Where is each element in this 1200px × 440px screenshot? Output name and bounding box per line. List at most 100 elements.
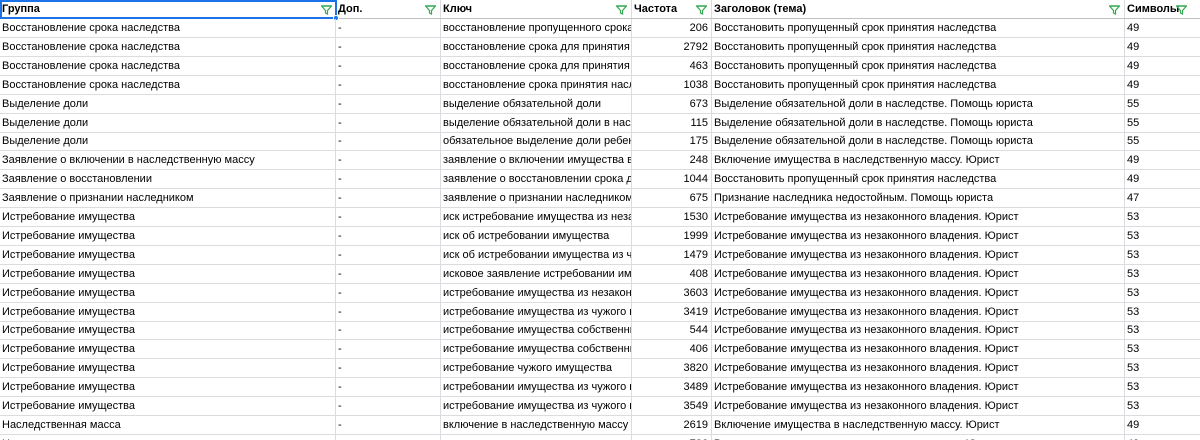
cell-group[interactable]: Истребование имущества <box>0 321 336 340</box>
cell-group[interactable]: Наследственная масса <box>0 415 336 434</box>
cell-group[interactable]: Истребование имущества <box>0 245 336 264</box>
cell-key[interactable]: истребование имущества собственник <box>441 340 632 359</box>
cell-symbols[interactable]: 53 <box>1125 284 1200 302</box>
cell-symbols[interactable]: 55 <box>1125 95 1200 113</box>
cell-group[interactable]: Восстановление срока наследства <box>0 75 336 94</box>
cell-freq[interactable]: 544 <box>632 321 712 340</box>
cell-title[interactable]: Выделение обязательной доли в наследстве… <box>712 132 1125 151</box>
cell-freq[interactable]: 673 <box>632 94 712 113</box>
cell-dop[interactable]: - <box>336 170 441 189</box>
cell-symbols[interactable]: 53 <box>1125 321 1200 339</box>
cell-freq[interactable]: 675 <box>632 189 712 208</box>
cell-title[interactable]: Включение имущества в наследственную мас… <box>712 434 1125 440</box>
cell-freq[interactable]: 1038 <box>632 75 712 94</box>
cell-key[interactable]: включение в наследственную массу <box>441 415 632 434</box>
cell-group[interactable]: Выделение доли <box>0 113 336 132</box>
cell-symbols[interactable]: 49 <box>1125 38 1200 56</box>
cell-group[interactable]: Истребование имущества <box>0 226 336 245</box>
filter-icon[interactable] <box>615 3 628 16</box>
cell-freq[interactable]: 206 <box>632 19 712 37</box>
cell-title[interactable]: Истребование имущества из незаконного вл… <box>712 378 1125 397</box>
cell-freq[interactable]: 3419 <box>632 302 712 321</box>
cell-symbols[interactable]: 53 <box>1125 359 1200 377</box>
cell-symbols[interactable]: 49 <box>1125 435 1200 440</box>
cell-dop[interactable]: - <box>336 189 441 208</box>
cell-symbols[interactable]: 49 <box>1125 57 1200 75</box>
cell-freq[interactable]: 3489 <box>632 378 712 397</box>
cell-title[interactable]: Восстановить пропущенный срок принятия н… <box>712 75 1125 94</box>
cell-key[interactable]: истребовании имущества из чужого не <box>441 378 632 397</box>
cell-group[interactable]: Истребование имущества <box>0 302 336 321</box>
cell-symbols[interactable]: 53 <box>1125 227 1200 245</box>
cell-title[interactable]: Истребование имущества из незаконного вл… <box>712 264 1125 283</box>
header-cell-group[interactable]: Группа <box>0 0 336 18</box>
cell-title[interactable]: Восстановить пропущенный срок принятия н… <box>712 19 1125 37</box>
cell-title[interactable]: Признание наследника недостойным. Помощь… <box>712 189 1125 208</box>
cell-key[interactable]: восстановление срока для принятия н <box>441 56 632 75</box>
cell-dop[interactable]: - <box>336 56 441 75</box>
header-cell-dop[interactable]: Доп. <box>336 0 441 18</box>
cell-freq[interactable]: 1999 <box>632 226 712 245</box>
cell-symbols[interactable]: 49 <box>1125 416 1200 434</box>
cell-group[interactable]: Восстановление срока наследства <box>0 56 336 75</box>
cell-symbols[interactable]: 49 <box>1125 76 1200 94</box>
cell-dop[interactable]: - <box>336 340 441 359</box>
cell-dop[interactable]: - <box>336 397 441 415</box>
cell-title[interactable]: Включение имущества в наследственную мас… <box>712 151 1125 170</box>
cell-dop[interactable]: - <box>336 19 441 37</box>
filter-icon[interactable] <box>1108 3 1121 16</box>
cell-title[interactable]: Восстановить пропущенный срок принятия н… <box>712 37 1125 56</box>
header-cell-freq[interactable]: Частота <box>632 0 712 18</box>
cell-dop[interactable]: - <box>336 434 441 440</box>
cell-freq[interactable]: 2619 <box>632 415 712 434</box>
cell-dop[interactable]: - <box>336 264 441 283</box>
header-cell-title[interactable]: Заголовок (тема) <box>712 0 1125 18</box>
cell-dop[interactable]: - <box>336 151 441 170</box>
cell-symbols[interactable]: 53 <box>1125 340 1200 358</box>
filter-icon[interactable] <box>1175 3 1188 16</box>
cell-key[interactable]: истребование чужого имущества <box>441 359 632 378</box>
cell-freq[interactable]: 408 <box>632 264 712 283</box>
cell-group[interactable]: Истребование имущества <box>0 359 336 378</box>
cell-dop[interactable]: - <box>336 75 441 94</box>
cell-symbols[interactable]: 49 <box>1125 170 1200 188</box>
cell-title[interactable]: Включение имущества в наследственную мас… <box>712 415 1125 434</box>
cell-group[interactable]: Восстановление срока наследства <box>0 19 336 37</box>
cell-dop[interactable]: - <box>336 283 441 302</box>
cell-symbols[interactable]: 53 <box>1125 303 1200 321</box>
cell-key[interactable]: выделение обязательной доли в насле <box>441 113 632 132</box>
cell-symbols[interactable]: 47 <box>1125 189 1200 207</box>
cell-symbols[interactable]: 55 <box>1125 132 1200 150</box>
cell-title[interactable]: Восстановить пропущенный срок принятия н… <box>712 170 1125 189</box>
cell-freq[interactable]: 3549 <box>632 397 712 415</box>
cell-title[interactable]: Истребование имущества из незаконного вл… <box>712 340 1125 359</box>
cell-dop[interactable]: - <box>336 37 441 56</box>
cell-key[interactable]: исковое заявление истребовании иму <box>441 264 632 283</box>
cell-group[interactable]: Истребование имущества <box>0 397 336 415</box>
cell-dop[interactable]: - <box>336 113 441 132</box>
cell-title[interactable]: Истребование имущества из незаконного вл… <box>712 208 1125 226</box>
cell-key[interactable]: восстановление срока для принятия н <box>441 37 632 56</box>
cell-freq[interactable]: 115 <box>632 113 712 132</box>
cell-dop[interactable]: - <box>336 226 441 245</box>
cell-freq[interactable]: 3820 <box>632 359 712 378</box>
header-cell-key[interactable]: Ключ <box>441 0 632 18</box>
cell-symbols[interactable]: 53 <box>1125 265 1200 283</box>
cell-title[interactable]: Истребование имущества из незаконного вл… <box>712 359 1125 378</box>
filter-icon[interactable] <box>695 3 708 16</box>
cell-group[interactable]: Истребование имущества <box>0 264 336 283</box>
cell-dop[interactable]: - <box>336 132 441 151</box>
cell-freq[interactable]: 726 <box>632 434 712 440</box>
cell-group[interactable]: Выделение доли <box>0 132 336 151</box>
cell-dop[interactable]: - <box>336 378 441 397</box>
cell-group[interactable]: Истребование имущества <box>0 378 336 397</box>
cell-key[interactable]: восстановление срока принятия насле <box>441 75 632 94</box>
cell-key[interactable]: заявление о восстановлении срока дл <box>441 170 632 189</box>
cell-key[interactable]: восстановление пропущенного срока д <box>441 19 632 37</box>
cell-title[interactable]: Истребование имущества из незаконного вл… <box>712 302 1125 321</box>
cell-group[interactable]: Истребование имущества <box>0 283 336 302</box>
cell-title[interactable]: Восстановить пропущенный срок принятия н… <box>712 56 1125 75</box>
cell-key[interactable]: заявление о признании наследником <box>441 189 632 208</box>
cell-key[interactable]: иск об истребовании имущества из чуж <box>441 245 632 264</box>
cell-dop[interactable]: - <box>336 415 441 434</box>
